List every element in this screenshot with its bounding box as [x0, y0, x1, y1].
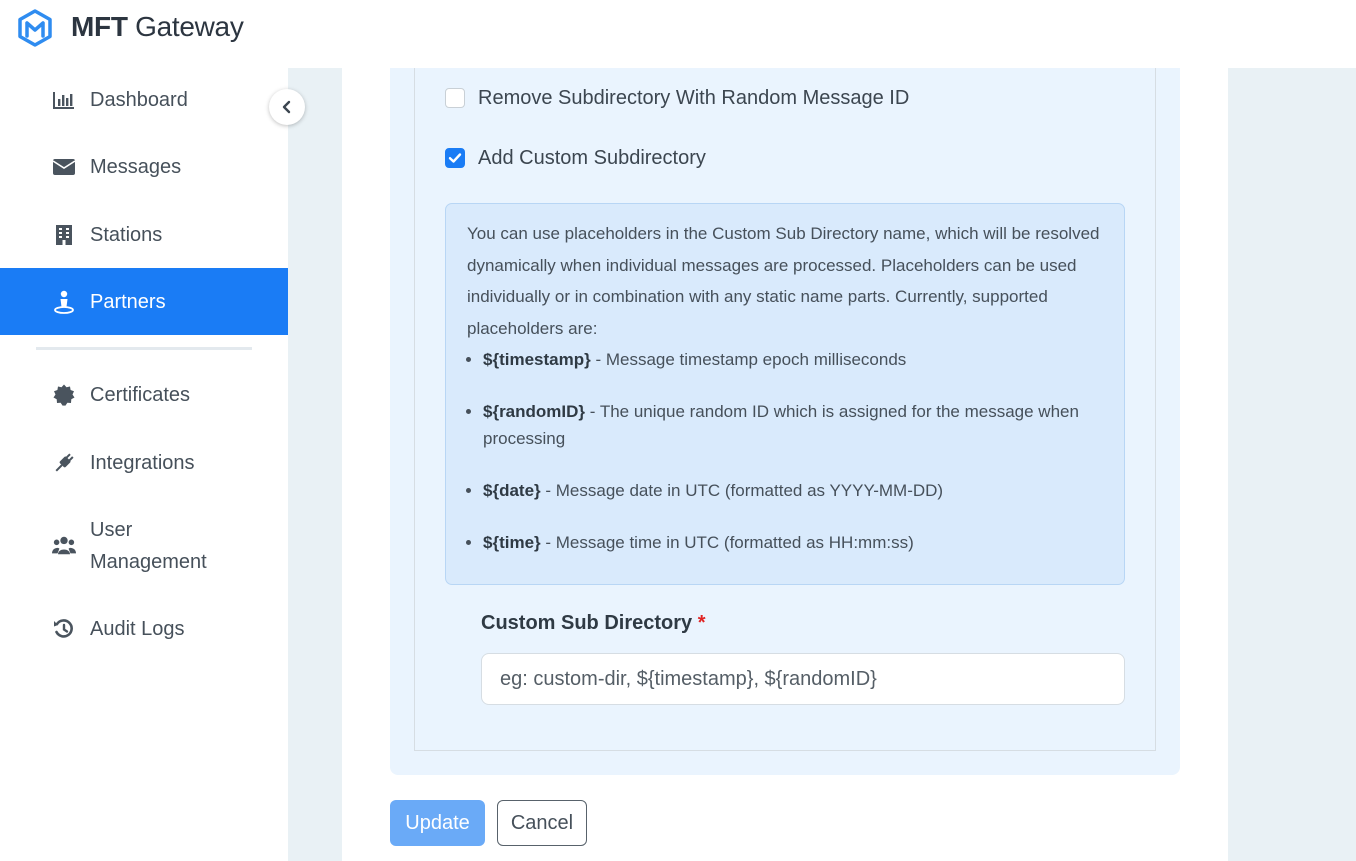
plug-icon — [52, 451, 76, 475]
remove-subdirectory-checkbox[interactable] — [445, 88, 465, 108]
history-icon — [52, 617, 76, 641]
sidebar-item-user-management[interactable]: User Management — [0, 514, 288, 578]
list-item: ${randomID} - The unique random ID which… — [483, 398, 1104, 452]
sidebar-item-stations[interactable]: Stations — [0, 219, 288, 251]
building-icon — [52, 223, 76, 247]
app-title: MFT Gateway — [71, 11, 244, 42]
list-item: ${timestamp} - Message timestamp epoch m… — [483, 346, 1104, 373]
sidebar-item-dashboard[interactable]: Dashboard — [0, 84, 288, 116]
right-gutter — [1228, 68, 1356, 861]
list-item: ${date} - Message date in UTC (formatted… — [483, 477, 1104, 504]
sidebar-item-partners[interactable]: Partners — [0, 268, 288, 335]
placeholder-list: ${timestamp} - Message timestamp epoch m… — [467, 346, 1104, 556]
remove-subdirectory-option[interactable]: Remove Subdirectory With Random Message … — [445, 86, 909, 110]
user-pin-icon — [52, 290, 76, 314]
add-custom-subdirectory-option[interactable]: Add Custom Subdirectory — [445, 146, 706, 170]
placeholder-info-box: You can use placeholders in the Custom S… — [445, 203, 1125, 585]
sidebar-item-audit-logs[interactable]: Audit Logs — [0, 613, 288, 645]
sidebar-item-certificates[interactable]: Certificates — [0, 379, 288, 411]
required-marker: * — [697, 612, 706, 634]
chevron-left-icon — [282, 100, 291, 114]
sidebar-divider — [36, 347, 252, 350]
bar-chart-icon — [52, 88, 76, 112]
cancel-button[interactable]: Cancel — [497, 800, 587, 846]
mft-logo-icon — [18, 9, 52, 47]
custom-sub-directory-label: Custom Sub Directory * — [481, 612, 706, 634]
check-icon — [448, 153, 462, 163]
remove-subdirectory-label: Remove Subdirectory With Random Message … — [478, 86, 910, 109]
add-custom-subdirectory-checkbox[interactable] — [445, 148, 465, 168]
users-icon — [52, 534, 76, 558]
list-item: ${time} - Message time in UTC (formatted… — [483, 529, 1104, 556]
envelope-icon — [52, 155, 76, 179]
update-button[interactable]: Update — [390, 800, 485, 846]
sidebar-collapse-button[interactable] — [269, 89, 305, 125]
add-custom-subdirectory-label: Add Custom Subdirectory — [478, 146, 706, 169]
top-bar: MFT Gateway — [0, 0, 1356, 68]
sidebar-item-messages[interactable]: Messages — [0, 151, 288, 183]
sidebar-item-integrations[interactable]: Integrations — [0, 447, 288, 479]
certificate-icon — [52, 383, 76, 407]
placeholder-info-intro: You can use placeholders in the Custom S… — [467, 224, 1100, 339]
custom-sub-directory-input[interactable] — [481, 653, 1125, 705]
